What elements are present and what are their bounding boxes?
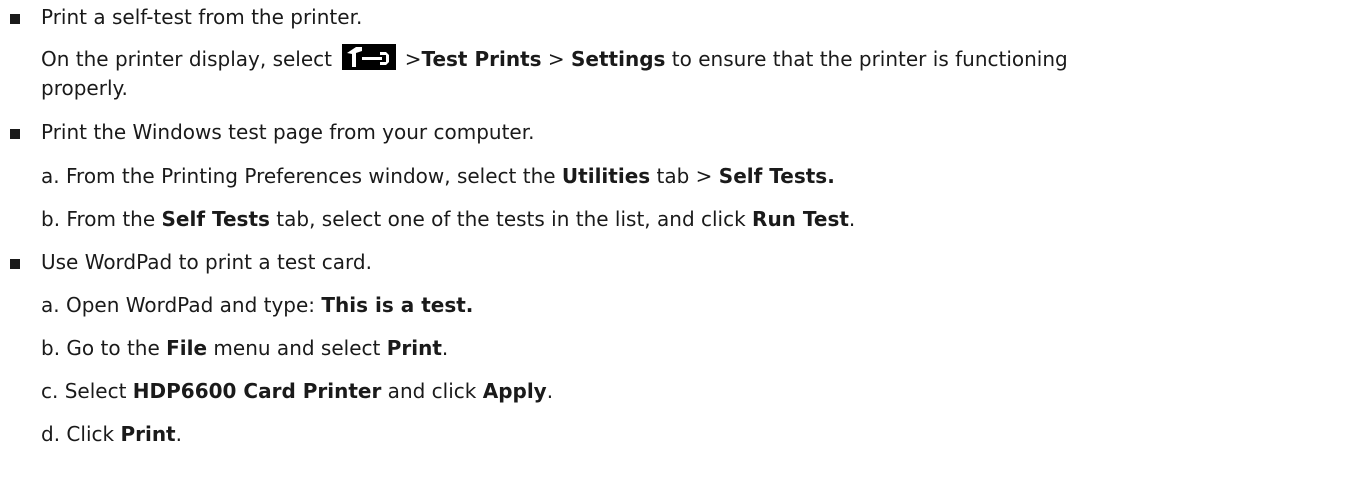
step-text: Go to the File menu and select Print. xyxy=(66,336,448,360)
step-text: Select HDP6600 Card Printer and click Ap… xyxy=(65,379,553,403)
tools-icon xyxy=(342,44,397,70)
apply-label: Apply xyxy=(482,379,547,403)
step-pre: From the Printing Preferences window, se… xyxy=(65,164,562,188)
step-pre: Click xyxy=(66,422,121,446)
step-pre: Select xyxy=(64,379,133,403)
step-mid: tab, select one of the tests in the list… xyxy=(269,207,753,231)
bullet-1-body: On the printer display, select >Test Pri… xyxy=(41,44,1068,72)
bullet-marker xyxy=(10,129,20,139)
step-post: . xyxy=(441,336,449,360)
step-post: . xyxy=(175,422,182,446)
separator: > xyxy=(541,47,572,71)
bullet-3-step-d: d. Click Print. xyxy=(41,421,182,447)
bullet-3-step-b: b. Go to the File menu and select Print. xyxy=(41,335,448,361)
step-pre: Go to the xyxy=(66,336,167,360)
bullet-3-step-c: c. Select HDP6600 Card Printer and click… xyxy=(41,378,553,404)
bullet-3-text: Use WordPad to print a test card. xyxy=(41,250,372,274)
step-mid: menu and select xyxy=(207,336,387,360)
utilities-tab-label: Utilities xyxy=(561,164,651,188)
step-letter: b. xyxy=(41,336,61,360)
step-text: Click Print. xyxy=(66,422,182,446)
bullet-1-text: Print a self-test from the printer. xyxy=(41,5,363,29)
print-label: Print xyxy=(120,422,176,446)
bullet-marker xyxy=(10,259,20,269)
step-letter: b. xyxy=(41,207,61,231)
step-letter: d. xyxy=(41,422,61,446)
self-tests-tab-label: Self Tests xyxy=(161,207,270,231)
body-suffix: to ensure that the printer is functionin… xyxy=(665,47,1068,71)
bullet-2-text: Print the Windows test page from your co… xyxy=(41,120,535,144)
step-text: Open WordPad and type: This is a test. xyxy=(66,293,473,317)
file-menu-label: File xyxy=(166,336,208,360)
step-post: . xyxy=(546,379,554,403)
menu-item-test-prints: Test Prints xyxy=(421,47,542,71)
print-label: Print xyxy=(386,336,442,360)
printer-name-label: HDP6600 Card Printer xyxy=(132,379,382,403)
step-text: From the Self Tests tab, select one of t… xyxy=(66,207,855,231)
bullet-3-step-a: a. Open WordPad and type: This is a test… xyxy=(41,292,473,318)
step-letter: a. xyxy=(41,164,60,188)
bullet-1-continuation: properly. xyxy=(41,76,128,100)
instructions-document: Print a self-test from the printer. On t… xyxy=(0,0,1372,491)
run-test-label: Run Test xyxy=(752,207,849,231)
step-pre: Open WordPad and type: xyxy=(65,293,322,317)
typed-text: This is a test. xyxy=(321,293,474,317)
separator: > xyxy=(398,47,422,71)
bullet-2-step-a: a. From the Printing Preferences window,… xyxy=(41,163,835,189)
step-post: . xyxy=(848,207,856,231)
body-prefix: On the printer display, select xyxy=(41,47,339,71)
self-tests-label: Self Tests. xyxy=(718,164,835,188)
step-text: From the Printing Preferences window, se… xyxy=(66,164,835,188)
step-pre: From the xyxy=(66,207,162,231)
bullet-marker xyxy=(10,14,20,24)
menu-item-settings: Settings xyxy=(571,47,666,71)
step-letter: a. xyxy=(41,293,60,317)
bullet-2-step-b: b. From the Self Tests tab, select one o… xyxy=(41,206,855,232)
step-mid: tab > xyxy=(650,164,719,188)
step-letter: c. xyxy=(41,379,59,403)
step-mid: and click xyxy=(381,379,483,403)
